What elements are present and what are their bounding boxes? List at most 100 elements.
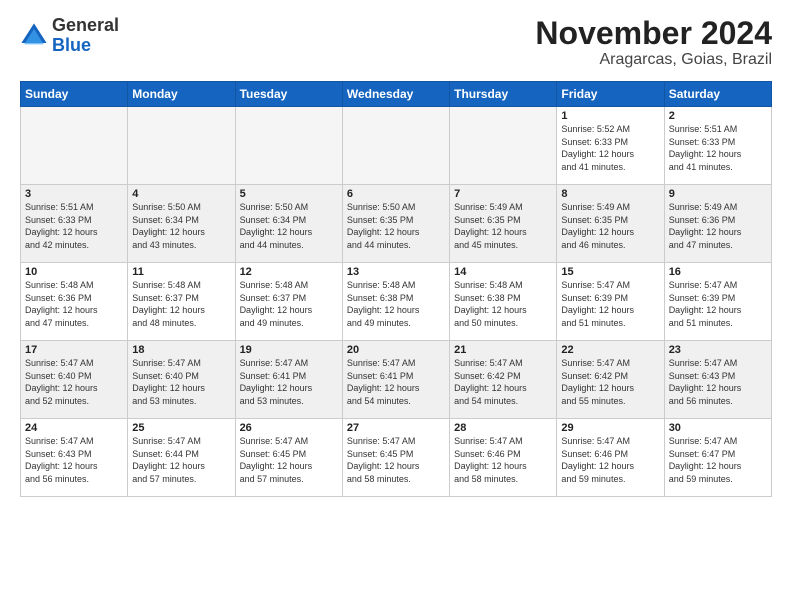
day-cell: 16Sunrise: 5:47 AMSunset: 6:39 PMDayligh… xyxy=(664,263,771,341)
day-info: Sunrise: 5:47 AMSunset: 6:42 PMDaylight:… xyxy=(561,357,659,407)
day-number: 1 xyxy=(561,110,659,122)
day-number: 7 xyxy=(454,188,552,200)
day-number: 15 xyxy=(561,266,659,278)
day-cell: 11Sunrise: 5:48 AMSunset: 6:37 PMDayligh… xyxy=(128,263,235,341)
day-number: 5 xyxy=(240,188,338,200)
day-cell: 5Sunrise: 5:50 AMSunset: 6:34 PMDaylight… xyxy=(235,185,342,263)
day-cell: 26Sunrise: 5:47 AMSunset: 6:45 PMDayligh… xyxy=(235,419,342,497)
location: Aragarcas, Goias, Brazil xyxy=(535,51,772,69)
day-number: 26 xyxy=(240,422,338,434)
day-number: 22 xyxy=(561,344,659,356)
week-row-3: 10Sunrise: 5:48 AMSunset: 6:36 PMDayligh… xyxy=(21,263,772,341)
day-info: Sunrise: 5:47 AMSunset: 6:43 PMDaylight:… xyxy=(669,357,767,407)
day-cell: 10Sunrise: 5:48 AMSunset: 6:36 PMDayligh… xyxy=(21,263,128,341)
day-info: Sunrise: 5:49 AMSunset: 6:36 PMDaylight:… xyxy=(669,201,767,251)
weekday-thursday: Thursday xyxy=(450,82,557,107)
day-cell: 27Sunrise: 5:47 AMSunset: 6:45 PMDayligh… xyxy=(342,419,449,497)
logo-general: General xyxy=(52,15,119,35)
day-number: 2 xyxy=(669,110,767,122)
day-info: Sunrise: 5:51 AMSunset: 6:33 PMDaylight:… xyxy=(25,201,123,251)
day-cell: 4Sunrise: 5:50 AMSunset: 6:34 PMDaylight… xyxy=(128,185,235,263)
day-number: 10 xyxy=(25,266,123,278)
day-cell xyxy=(235,107,342,185)
day-cell: 19Sunrise: 5:47 AMSunset: 6:41 PMDayligh… xyxy=(235,341,342,419)
day-number: 12 xyxy=(240,266,338,278)
day-cell: 14Sunrise: 5:48 AMSunset: 6:38 PMDayligh… xyxy=(450,263,557,341)
day-number: 14 xyxy=(454,266,552,278)
day-cell: 23Sunrise: 5:47 AMSunset: 6:43 PMDayligh… xyxy=(664,341,771,419)
day-number: 17 xyxy=(25,344,123,356)
header: General Blue November 2024 Aragarcas, Go… xyxy=(20,16,772,69)
day-info: Sunrise: 5:47 AMSunset: 6:43 PMDaylight:… xyxy=(25,435,123,485)
day-info: Sunrise: 5:47 AMSunset: 6:40 PMDaylight:… xyxy=(132,357,230,407)
day-number: 27 xyxy=(347,422,445,434)
day-cell: 30Sunrise: 5:47 AMSunset: 6:47 PMDayligh… xyxy=(664,419,771,497)
day-number: 8 xyxy=(561,188,659,200)
day-info: Sunrise: 5:47 AMSunset: 6:47 PMDaylight:… xyxy=(669,435,767,485)
day-info: Sunrise: 5:51 AMSunset: 6:33 PMDaylight:… xyxy=(669,123,767,173)
day-info: Sunrise: 5:50 AMSunset: 6:34 PMDaylight:… xyxy=(132,201,230,251)
weekday-saturday: Saturday xyxy=(664,82,771,107)
logo-icon xyxy=(20,22,48,50)
day-info: Sunrise: 5:47 AMSunset: 6:46 PMDaylight:… xyxy=(454,435,552,485)
day-info: Sunrise: 5:47 AMSunset: 6:40 PMDaylight:… xyxy=(25,357,123,407)
day-cell: 15Sunrise: 5:47 AMSunset: 6:39 PMDayligh… xyxy=(557,263,664,341)
day-info: Sunrise: 5:47 AMSunset: 6:39 PMDaylight:… xyxy=(561,279,659,329)
weekday-tuesday: Tuesday xyxy=(235,82,342,107)
day-info: Sunrise: 5:47 AMSunset: 6:45 PMDaylight:… xyxy=(240,435,338,485)
day-number: 23 xyxy=(669,344,767,356)
day-cell: 8Sunrise: 5:49 AMSunset: 6:35 PMDaylight… xyxy=(557,185,664,263)
day-cell: 28Sunrise: 5:47 AMSunset: 6:46 PMDayligh… xyxy=(450,419,557,497)
day-info: Sunrise: 5:49 AMSunset: 6:35 PMDaylight:… xyxy=(454,201,552,251)
day-number: 30 xyxy=(669,422,767,434)
day-info: Sunrise: 5:47 AMSunset: 6:42 PMDaylight:… xyxy=(454,357,552,407)
day-cell: 13Sunrise: 5:48 AMSunset: 6:38 PMDayligh… xyxy=(342,263,449,341)
day-cell: 21Sunrise: 5:47 AMSunset: 6:42 PMDayligh… xyxy=(450,341,557,419)
day-cell: 2Sunrise: 5:51 AMSunset: 6:33 PMDaylight… xyxy=(664,107,771,185)
page: General Blue November 2024 Aragarcas, Go… xyxy=(0,0,792,507)
day-info: Sunrise: 5:47 AMSunset: 6:45 PMDaylight:… xyxy=(347,435,445,485)
day-number: 9 xyxy=(669,188,767,200)
day-cell: 7Sunrise: 5:49 AMSunset: 6:35 PMDaylight… xyxy=(450,185,557,263)
day-info: Sunrise: 5:48 AMSunset: 6:37 PMDaylight:… xyxy=(132,279,230,329)
day-number: 4 xyxy=(132,188,230,200)
day-number: 11 xyxy=(132,266,230,278)
day-info: Sunrise: 5:47 AMSunset: 6:46 PMDaylight:… xyxy=(561,435,659,485)
day-number: 16 xyxy=(669,266,767,278)
day-cell: 18Sunrise: 5:47 AMSunset: 6:40 PMDayligh… xyxy=(128,341,235,419)
day-cell: 20Sunrise: 5:47 AMSunset: 6:41 PMDayligh… xyxy=(342,341,449,419)
logo-text: General Blue xyxy=(52,16,119,56)
weekday-wednesday: Wednesday xyxy=(342,82,449,107)
day-info: Sunrise: 5:48 AMSunset: 6:37 PMDaylight:… xyxy=(240,279,338,329)
day-number: 28 xyxy=(454,422,552,434)
day-info: Sunrise: 5:47 AMSunset: 6:39 PMDaylight:… xyxy=(669,279,767,329)
calendar: SundayMondayTuesdayWednesdayThursdayFrid… xyxy=(20,81,772,497)
day-cell: 1Sunrise: 5:52 AMSunset: 6:33 PMDaylight… xyxy=(557,107,664,185)
day-number: 21 xyxy=(454,344,552,356)
day-cell: 17Sunrise: 5:47 AMSunset: 6:40 PMDayligh… xyxy=(21,341,128,419)
day-cell: 9Sunrise: 5:49 AMSunset: 6:36 PMDaylight… xyxy=(664,185,771,263)
week-row-4: 17Sunrise: 5:47 AMSunset: 6:40 PMDayligh… xyxy=(21,341,772,419)
day-info: Sunrise: 5:47 AMSunset: 6:44 PMDaylight:… xyxy=(132,435,230,485)
weekday-friday: Friday xyxy=(557,82,664,107)
day-number: 13 xyxy=(347,266,445,278)
day-info: Sunrise: 5:50 AMSunset: 6:34 PMDaylight:… xyxy=(240,201,338,251)
day-info: Sunrise: 5:47 AMSunset: 6:41 PMDaylight:… xyxy=(347,357,445,407)
day-cell xyxy=(342,107,449,185)
day-cell: 22Sunrise: 5:47 AMSunset: 6:42 PMDayligh… xyxy=(557,341,664,419)
weekday-sunday: Sunday xyxy=(21,82,128,107)
day-cell xyxy=(450,107,557,185)
day-cell: 12Sunrise: 5:48 AMSunset: 6:37 PMDayligh… xyxy=(235,263,342,341)
day-number: 19 xyxy=(240,344,338,356)
week-row-1: 1Sunrise: 5:52 AMSunset: 6:33 PMDaylight… xyxy=(21,107,772,185)
day-number: 25 xyxy=(132,422,230,434)
day-cell: 3Sunrise: 5:51 AMSunset: 6:33 PMDaylight… xyxy=(21,185,128,263)
day-info: Sunrise: 5:48 AMSunset: 6:38 PMDaylight:… xyxy=(454,279,552,329)
day-cell: 6Sunrise: 5:50 AMSunset: 6:35 PMDaylight… xyxy=(342,185,449,263)
day-info: Sunrise: 5:48 AMSunset: 6:36 PMDaylight:… xyxy=(25,279,123,329)
day-number: 20 xyxy=(347,344,445,356)
day-cell: 25Sunrise: 5:47 AMSunset: 6:44 PMDayligh… xyxy=(128,419,235,497)
day-number: 18 xyxy=(132,344,230,356)
day-number: 6 xyxy=(347,188,445,200)
day-cell: 29Sunrise: 5:47 AMSunset: 6:46 PMDayligh… xyxy=(557,419,664,497)
